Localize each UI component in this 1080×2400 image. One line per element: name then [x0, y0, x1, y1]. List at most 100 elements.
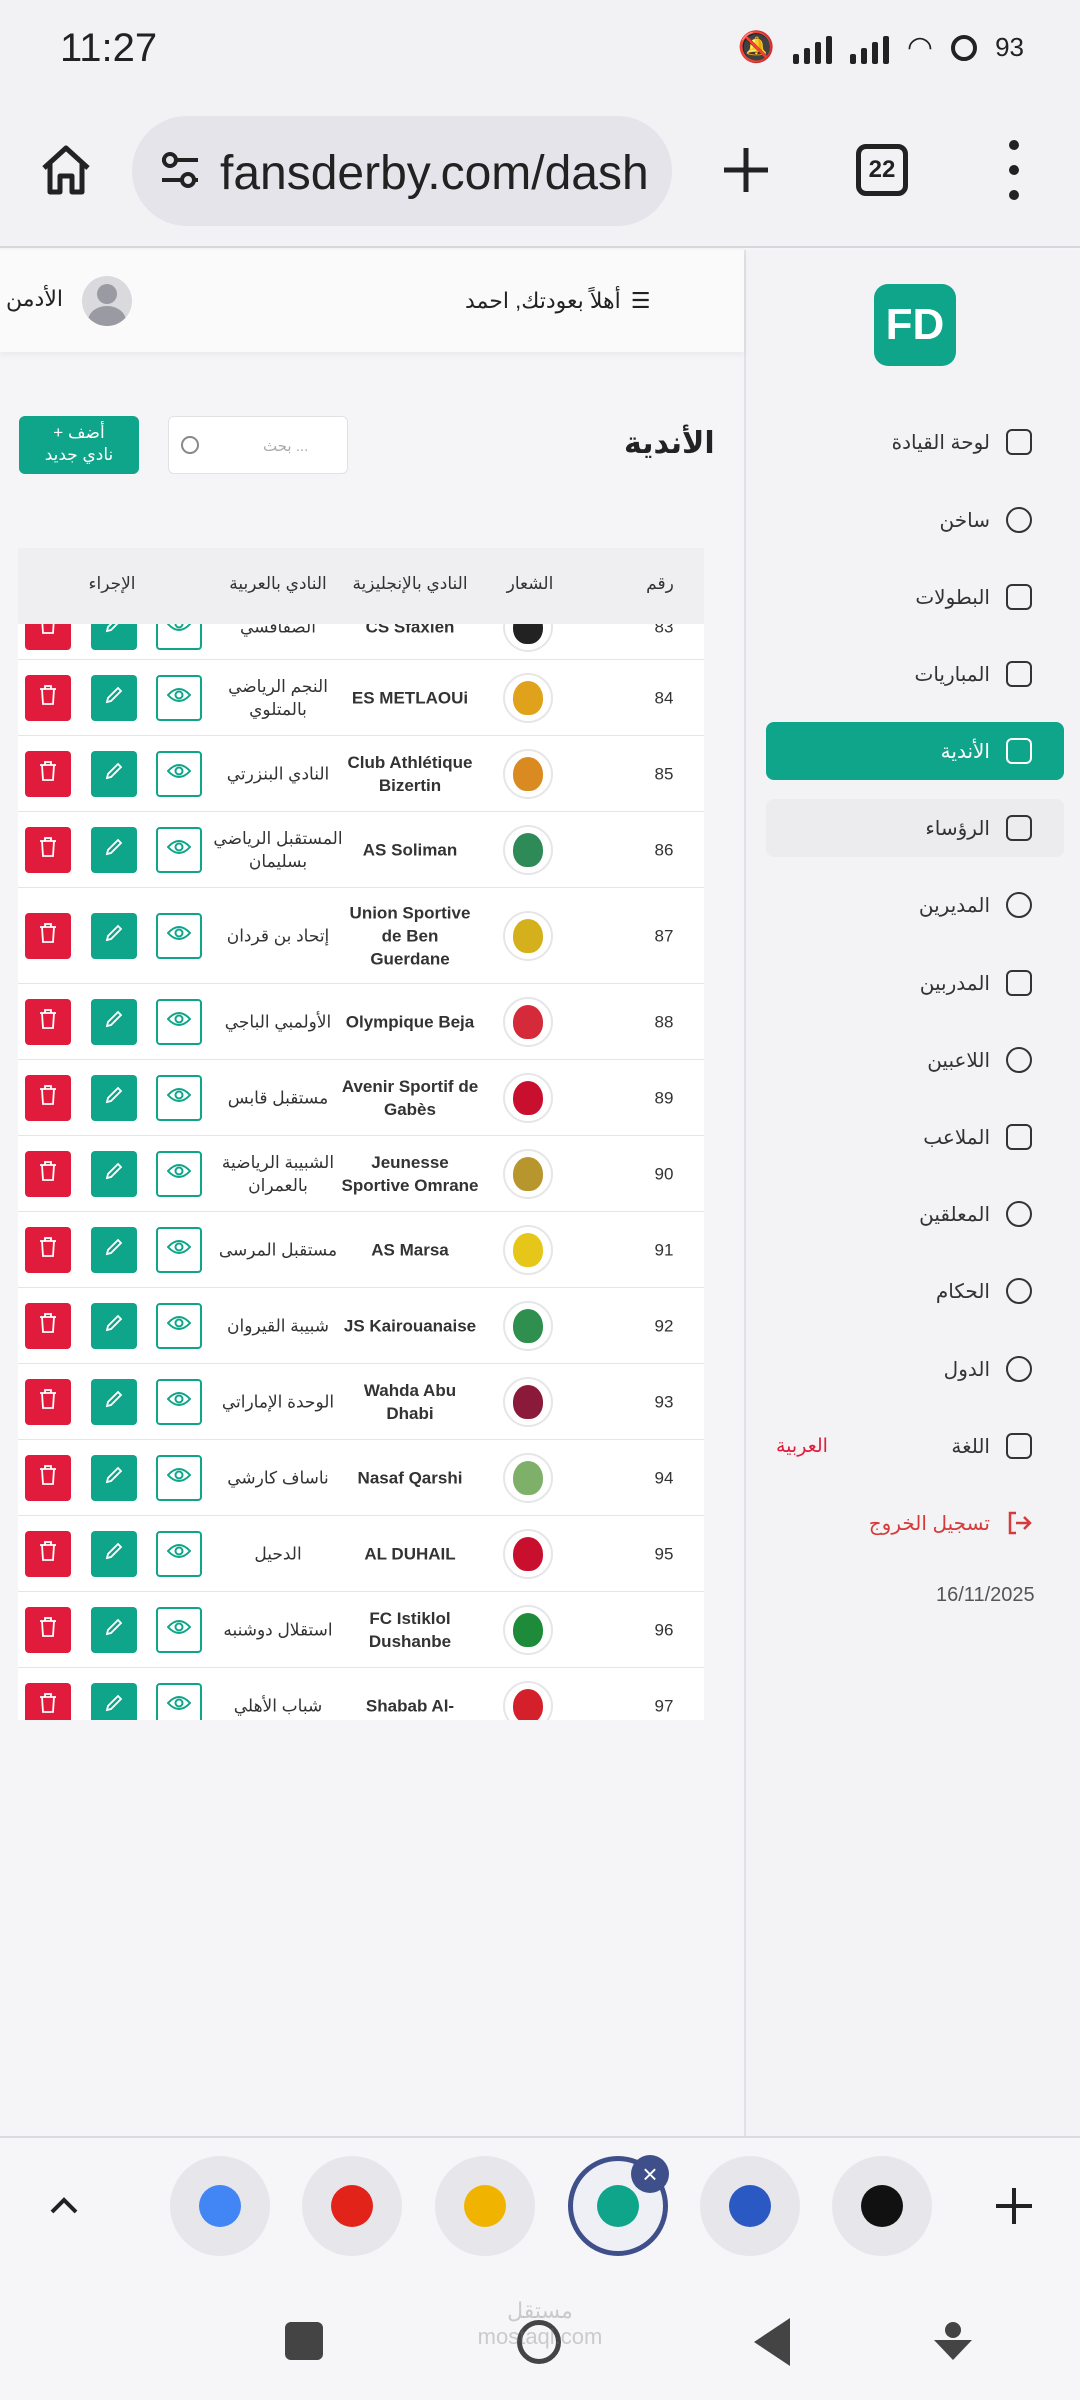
edit-button[interactable] [91, 1530, 137, 1577]
delete-button[interactable] [25, 1302, 71, 1349]
view-button[interactable] [156, 1074, 202, 1121]
delete-button[interactable] [25, 1378, 71, 1425]
delete-button[interactable] [25, 674, 71, 721]
view-button[interactable] [156, 674, 202, 721]
sidebar-item-referees[interactable]: الحكام [766, 1262, 1064, 1320]
greeting-text: أهلاً بعودتك, احمد [465, 288, 621, 313]
eye-icon [166, 1086, 192, 1109]
sidebar-item-label: المديرين [918, 894, 990, 917]
edit-button[interactable] [91, 1682, 137, 1720]
view-button[interactable] [156, 1378, 202, 1425]
edit-button[interactable] [91, 1074, 137, 1121]
edit-button[interactable] [91, 998, 137, 1045]
url-bar[interactable]: fansderby.com/dash [132, 116, 672, 226]
sidebar-item-language[interactable]: العربية اللغة [766, 1417, 1064, 1475]
language-value[interactable]: العربية [776, 1435, 828, 1458]
edit-button[interactable] [91, 750, 137, 797]
view-button[interactable] [156, 1302, 202, 1349]
assistant-down-icon[interactable] [930, 2318, 976, 2364]
close-tab-icon[interactable]: × [631, 2155, 669, 2193]
view-button[interactable] [156, 1530, 202, 1577]
eye-icon [166, 1162, 192, 1185]
view-button[interactable] [156, 1682, 202, 1720]
logout-button[interactable]: تسجيل الخروج [766, 1494, 1064, 1552]
home-icon[interactable] [36, 140, 96, 200]
sidebar-item-stadiums[interactable]: الملاعب [766, 1108, 1064, 1166]
edit-button[interactable] [91, 1378, 137, 1425]
logout-label: تسجيل الخروج [868, 1512, 990, 1535]
sidebar-item-countries[interactable]: الدول [766, 1340, 1064, 1398]
browser-tab-music-app-icon[interactable] [832, 2156, 932, 2256]
fansderby-logo[interactable]: FD [874, 284, 956, 366]
table-row: 88 Olympique Beja الأولمبي الباجي [18, 984, 704, 1060]
sidebar-item-clubs[interactable]: الأندية [766, 722, 1064, 780]
view-button[interactable] [156, 750, 202, 797]
view-button[interactable] [156, 1606, 202, 1653]
browser-tab-google-icon[interactable] [170, 2156, 270, 2256]
more-menu-icon[interactable] [1000, 140, 1028, 200]
chevron-up-icon[interactable] [44, 2186, 84, 2226]
tab-count-button[interactable]: 22 [856, 144, 908, 196]
edit-button[interactable] [91, 912, 137, 959]
view-button[interactable] [156, 1226, 202, 1273]
delete-button[interactable] [25, 826, 71, 873]
browser-tab-fansderby-icon[interactable]: × [568, 2155, 669, 2256]
view-button[interactable] [156, 912, 202, 959]
edit-button[interactable] [91, 674, 137, 721]
sidebar-item-hot[interactable]: ساخن [766, 491, 1064, 549]
players-icon [1006, 1047, 1032, 1073]
club-crest-image [513, 918, 543, 953]
view-button[interactable] [156, 826, 202, 873]
club-crest [503, 1452, 553, 1503]
sidebar-item-label: الحكام [935, 1280, 990, 1303]
sidebar-item-presidents[interactable]: الرؤساء [766, 799, 1064, 857]
sidebar-item-players[interactable]: اللاعبين [766, 1031, 1064, 1089]
club-number: 91 [654, 1240, 674, 1259]
back-button[interactable] [754, 2318, 790, 2366]
club-number: 84 [654, 688, 674, 707]
delete-button[interactable] [25, 1454, 71, 1501]
menu-icon[interactable]: ☰ [631, 288, 651, 314]
site-settings-icon[interactable] [158, 150, 202, 190]
view-button[interactable] [156, 1150, 202, 1197]
add-club-button[interactable]: + أضف نادي جديد [19, 416, 139, 474]
browser-tab-huawei-icon[interactable] [302, 2156, 402, 2256]
edit-button[interactable] [91, 1226, 137, 1273]
sidebar-item-coaches[interactable]: المدربين [766, 954, 1064, 1012]
edit-button[interactable] [91, 1606, 137, 1653]
sidebar-item-tournaments[interactable]: البطولات [766, 568, 1064, 626]
url-text: fansderby.com/dash [220, 147, 649, 200]
delete-button[interactable] [25, 1606, 71, 1653]
club-name-ar: ناساف كارشي [227, 1468, 329, 1487]
top-header: الأدمن ☰ أهلاً بعودتك, احمد [0, 250, 744, 352]
search-box[interactable]: بحث ... [168, 416, 348, 474]
club-number: 88 [654, 1012, 674, 1031]
delete-button[interactable] [25, 1226, 71, 1273]
club-name-ar: الوحدة الإماراتي [221, 1392, 335, 1411]
delete-button[interactable] [25, 1150, 71, 1197]
view-button[interactable] [156, 1454, 202, 1501]
sidebar-item-managers[interactable]: المديرين [766, 876, 1064, 934]
edit-button[interactable] [91, 1302, 137, 1349]
sidebar-item-matches[interactable]: المباريات [766, 645, 1064, 703]
sidebar-item-commentators[interactable]: المعلقين [766, 1185, 1064, 1243]
new-tab-icon[interactable] [716, 140, 776, 200]
browser-tab-sports-site-icon[interactable] [435, 2156, 535, 2256]
delete-button[interactable] [25, 912, 71, 959]
edit-button[interactable] [91, 826, 137, 873]
edit-button[interactable] [91, 1150, 137, 1197]
delete-button[interactable] [25, 1682, 71, 1720]
sidebar-item-dashboard[interactable]: لوحة القيادة [766, 413, 1064, 471]
browser-tab-network-app-icon[interactable] [700, 2156, 800, 2256]
user-avatar[interactable] [82, 276, 132, 326]
delete-button[interactable] [25, 750, 71, 797]
search-input[interactable]: بحث ... [263, 437, 308, 455]
delete-button[interactable] [25, 1074, 71, 1121]
edit-button[interactable] [91, 1454, 137, 1501]
translate-icon [1006, 1433, 1032, 1459]
delete-button[interactable] [25, 998, 71, 1045]
add-tab-icon[interactable] [994, 2186, 1034, 2226]
delete-button[interactable] [25, 1530, 71, 1577]
recents-button[interactable] [285, 2322, 323, 2360]
view-button[interactable] [156, 998, 202, 1045]
